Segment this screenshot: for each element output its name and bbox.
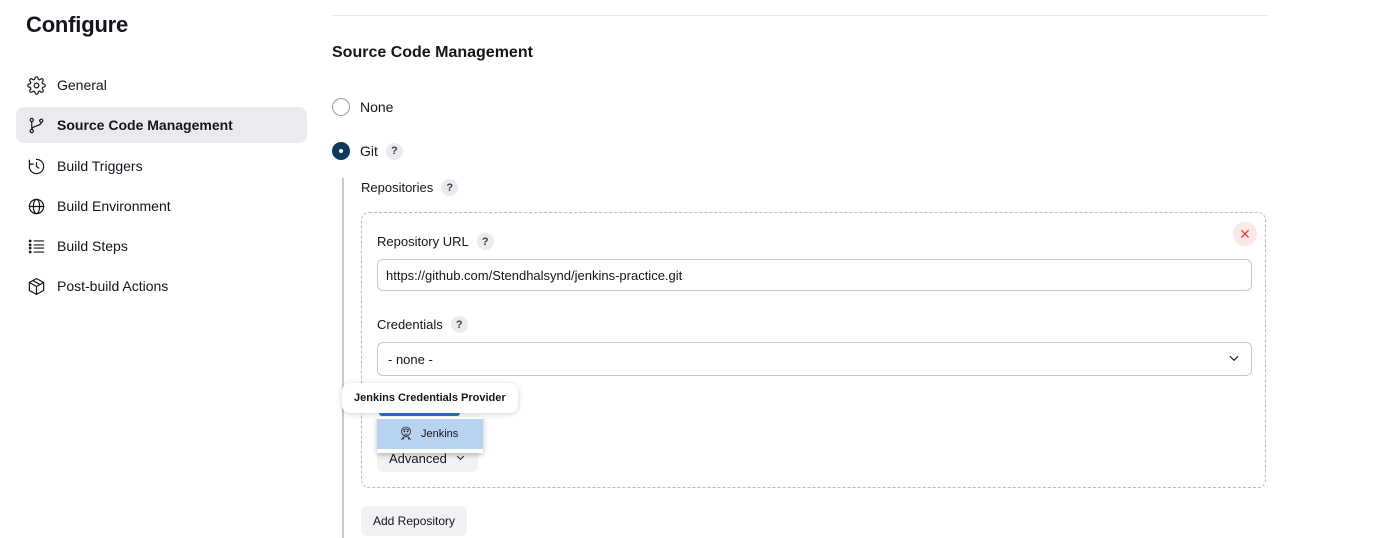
jenkins-icon xyxy=(397,424,421,445)
git-branch-icon xyxy=(26,115,46,135)
credentials-provider-dropdown: Jenkins xyxy=(377,417,483,453)
close-icon[interactable]: ✕ xyxy=(1233,222,1257,246)
sidebar-item-label: Post-build Actions xyxy=(57,278,169,294)
sidebar-item-label: Build Steps xyxy=(57,238,128,254)
divider xyxy=(332,15,1268,16)
section-indent-bar xyxy=(342,178,344,538)
page-title: Configure xyxy=(26,12,129,37)
section-title: Source Code Management xyxy=(332,44,533,61)
sidebar-item-label: Build Triggers xyxy=(57,158,143,174)
help-icon[interactable]: ? xyxy=(450,316,468,333)
radio-button[interactable] xyxy=(332,98,350,116)
timer-icon xyxy=(26,156,46,176)
radio-label: Git xyxy=(360,143,378,159)
scm-option-none[interactable]: None xyxy=(332,98,393,116)
add-repository-button[interactable]: Add Repository xyxy=(361,506,468,536)
credentials-select[interactable]: - none - xyxy=(377,342,1252,376)
list-icon xyxy=(26,236,46,256)
chevron-down-icon xyxy=(1227,351,1241,368)
dropdown-item-jenkins[interactable]: Jenkins xyxy=(377,419,483,449)
credentials-label: Credentials ? xyxy=(377,316,468,333)
sidebar-item-source-code-management[interactable]: Source Code Management xyxy=(16,107,307,143)
sidebar-item-build-environment[interactable]: Build Environment xyxy=(16,188,307,224)
credentials-selected-value: - none - xyxy=(388,351,433,367)
sidebar-item-build-triggers[interactable]: Build Triggers xyxy=(16,148,307,184)
gear-icon xyxy=(26,75,46,95)
help-icon[interactable]: ? xyxy=(441,179,459,196)
globe-icon xyxy=(26,196,46,216)
sidebar-item-build-steps[interactable]: Build Steps xyxy=(16,228,307,264)
sidebar-item-post-build-actions[interactable]: Post-build Actions xyxy=(16,268,307,304)
help-icon[interactable]: ? xyxy=(385,142,403,160)
radio-label: None xyxy=(360,99,394,115)
sidebar-item-label: Source Code Management xyxy=(57,117,233,133)
credentials-label-text: Credentials xyxy=(377,317,443,332)
repository-url-label-text: Repository URL xyxy=(377,234,469,249)
repositories-label: Repositories ? xyxy=(361,179,459,196)
sidebar-item-general[interactable]: General xyxy=(16,67,307,103)
package-icon xyxy=(26,276,46,296)
radio-button-selected[interactable] xyxy=(332,142,350,160)
sidebar-item-label: General xyxy=(57,77,107,93)
help-icon[interactable]: ? xyxy=(476,233,494,250)
repositories-label-text: Repositories xyxy=(361,180,434,195)
repository-url-input[interactable] xyxy=(377,259,1252,291)
scm-option-git[interactable]: Git ? xyxy=(332,142,403,160)
sidebar-item-label: Build Environment xyxy=(57,198,171,214)
repository-url-label: Repository URL ? xyxy=(377,233,494,250)
credentials-provider-tooltip: Jenkins Credentials Provider xyxy=(342,383,518,413)
dropdown-item-label: Jenkins xyxy=(421,428,459,440)
